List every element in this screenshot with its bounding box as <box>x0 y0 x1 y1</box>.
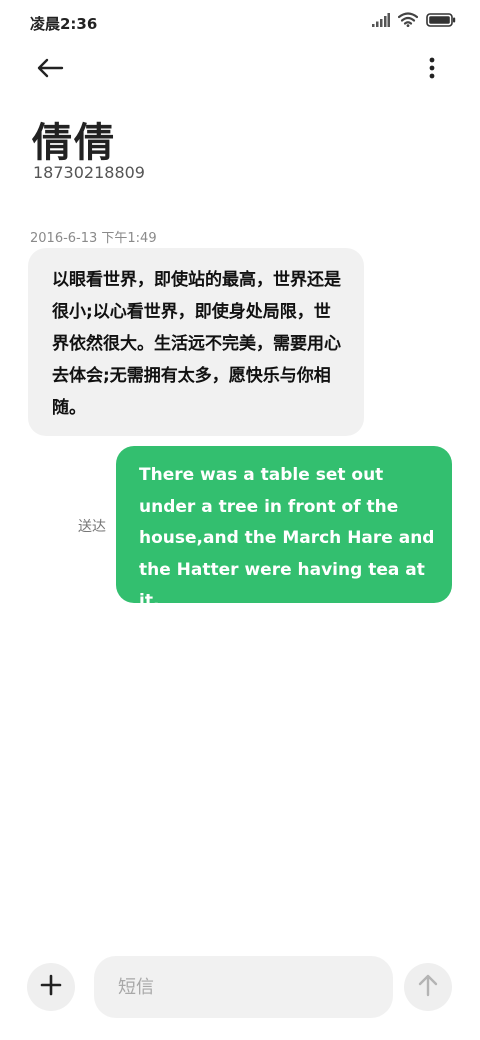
composer-bar <box>0 956 480 1020</box>
signal-icon <box>372 12 390 31</box>
battery-icon <box>426 12 456 31</box>
status-bar: 凌晨2:36 <box>0 0 480 44</box>
back-arrow-icon <box>36 57 64 83</box>
sent-message-bubble[interactable]: There was a table set out under a tree i… <box>116 446 452 611</box>
wifi-icon <box>397 12 419 31</box>
message-timestamp: 2016-6-13 下午1:49 <box>30 231 157 246</box>
app-bar <box>0 44 480 96</box>
received-message-bubble[interactable]: 以眼看世界，即使站的最高，世界还是很小;以心看世界，即使身处局限，世界依然很大。… <box>28 248 364 436</box>
send-arrow-icon <box>417 973 439 1001</box>
sent-message-text: There was a table set out under a tree i… <box>139 465 435 611</box>
received-message-text: 以眼看世界，即使站的最高，世界还是很小;以心看世界，即使身处局限，世界依然很大。… <box>52 270 341 418</box>
plus-icon <box>40 974 62 1000</box>
send-button[interactable] <box>404 963 452 1011</box>
more-options-button[interactable] <box>420 52 444 88</box>
status-time: 凌晨2:36 <box>30 15 98 33</box>
add-attachment-button[interactable] <box>27 963 75 1011</box>
message-input[interactable] <box>94 956 393 1018</box>
status-icons <box>372 12 456 31</box>
sent-status-label: 送达 <box>78 519 106 535</box>
contact-name: 倩倩 <box>32 120 116 166</box>
contact-number[interactable]: 18730218809 <box>33 163 145 182</box>
more-vertical-icon <box>429 57 435 83</box>
back-button[interactable] <box>30 52 70 88</box>
